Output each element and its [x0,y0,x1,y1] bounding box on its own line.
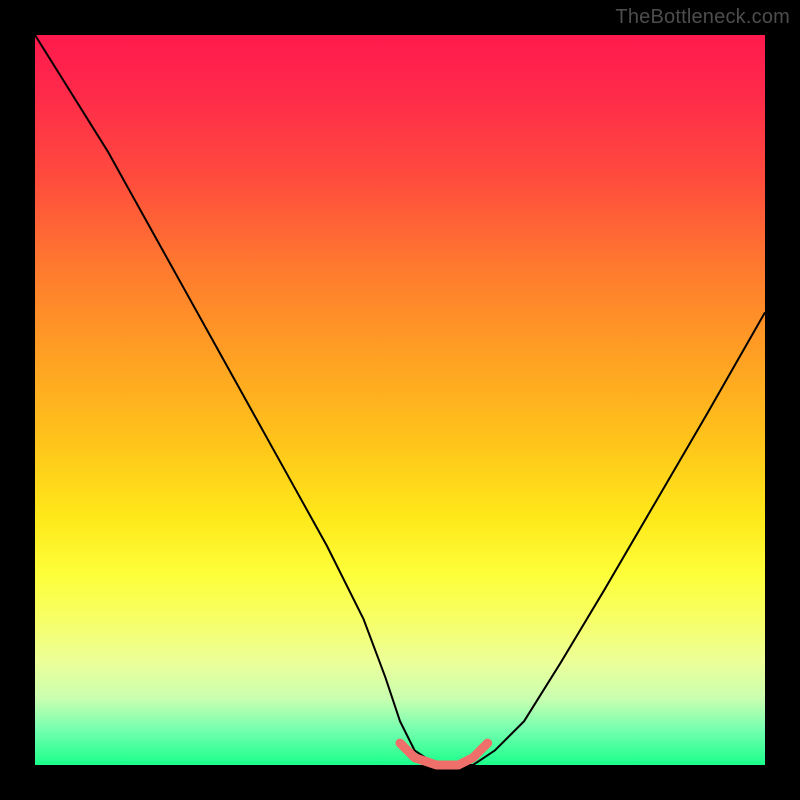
bottleneck-curve [35,35,765,765]
outer-frame: TheBottleneck.com [0,0,800,800]
chart-svg [35,35,765,765]
watermark-text: TheBottleneck.com [615,6,790,29]
